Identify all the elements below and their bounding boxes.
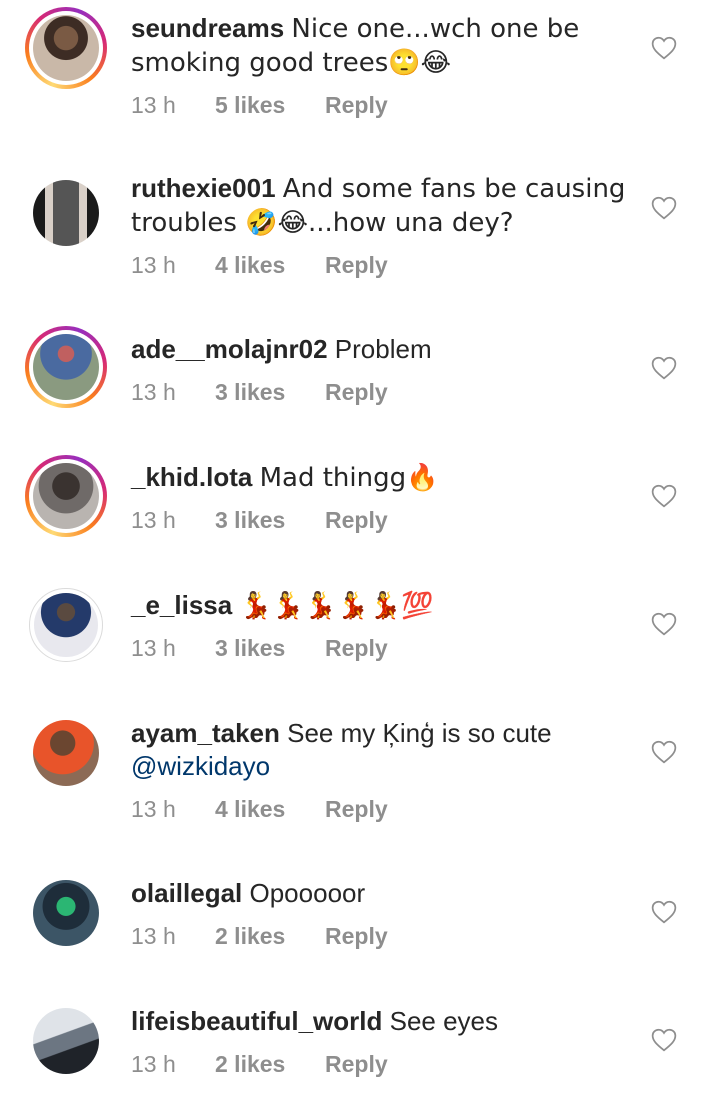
avatar[interactable]: [25, 172, 107, 254]
avatar[interactable]: [25, 712, 107, 794]
comment-text: _khid.lota Mad thingg🔥: [131, 461, 631, 495]
heart-outline-icon[interactable]: [651, 740, 677, 764]
comment-text: seundreams Nice one...wch one be smoking…: [131, 12, 631, 80]
heart-outline-icon[interactable]: [651, 484, 677, 508]
comment-time: 13 h: [131, 92, 176, 118]
comment-meta: 13 h 2 likes Reply: [131, 1051, 388, 1078]
avatar[interactable]: [25, 326, 107, 408]
comment-likes[interactable]: 2 likes: [215, 1051, 325, 1078]
comment-likes[interactable]: 3 likes: [215, 507, 325, 534]
heart-outline-icon[interactable]: [651, 196, 677, 220]
comment-username[interactable]: ruthexie001: [131, 173, 276, 203]
heart-outline-icon[interactable]: [651, 612, 677, 636]
comment-body: Mad thingg🔥: [259, 463, 439, 493]
comment-time: 13 h: [131, 379, 176, 405]
comment-text: lifeisbeautiful_world See eyes: [131, 1005, 631, 1038]
comment-username[interactable]: _khid.lota: [131, 462, 252, 492]
reply-button[interactable]: Reply: [325, 796, 388, 823]
reply-button[interactable]: Reply: [325, 635, 388, 662]
avatar[interactable]: [25, 584, 107, 666]
avatar[interactable]: [25, 1000, 107, 1082]
comment-likes[interactable]: 2 likes: [215, 923, 325, 950]
comment-body: 💃💃💃💃💃💯: [239, 591, 434, 621]
comment-time: 13 h: [131, 796, 176, 822]
comment-body: Problem: [334, 334, 432, 364]
comment-body: See my Ķinģ is so cute: [287, 718, 552, 748]
comment-username[interactable]: ayam_taken: [131, 718, 280, 748]
comment-likes[interactable]: 3 likes: [215, 379, 325, 406]
comment-time: 13 h: [131, 635, 176, 661]
comment-likes[interactable]: 5 likes: [215, 92, 325, 119]
comment-meta: 13 h 2 likes Reply: [131, 923, 388, 950]
comment-text: ayam_taken See my Ķinģ is so cute @wizki…: [131, 717, 631, 783]
reply-button[interactable]: Reply: [325, 1051, 388, 1078]
comment-text: olaillegal Opooooor: [131, 877, 631, 910]
comment-meta: 13 h 4 likes Reply: [131, 252, 388, 279]
comment-body: Opooooor: [249, 878, 366, 908]
comment-meta: 13 h 4 likes Reply: [131, 796, 388, 823]
comment-text: ade__molajnr02 Problem: [131, 333, 631, 366]
mention-link[interactable]: @wizkidayo: [131, 751, 270, 781]
comment-time: 13 h: [131, 1051, 176, 1077]
comment-text: ruthexie001 And some fans be causing tro…: [131, 172, 631, 240]
comment-username[interactable]: seundreams: [131, 13, 284, 43]
comment-time: 13 h: [131, 923, 176, 949]
reply-button[interactable]: Reply: [325, 252, 388, 279]
comment-likes[interactable]: 4 likes: [215, 796, 325, 823]
reply-button[interactable]: Reply: [325, 379, 388, 406]
heart-outline-icon[interactable]: [651, 900, 677, 924]
comment-username[interactable]: _e_lissa: [131, 590, 232, 620]
comment-body: See eyes: [389, 1006, 499, 1036]
comment-username[interactable]: ade__molajnr02: [131, 334, 328, 364]
comment-meta: 13 h 3 likes Reply: [131, 379, 388, 406]
comment-likes[interactable]: 4 likes: [215, 252, 325, 279]
comment-time: 13 h: [131, 507, 176, 533]
comment-meta: 13 h 3 likes Reply: [131, 507, 388, 534]
avatar[interactable]: [25, 455, 107, 537]
comment-username[interactable]: olaillegal: [131, 878, 242, 908]
comment-meta: 13 h 5 likes Reply: [131, 92, 388, 119]
heart-outline-icon[interactable]: [651, 1028, 677, 1052]
avatar[interactable]: [25, 872, 107, 954]
reply-button[interactable]: Reply: [325, 923, 388, 950]
reply-button[interactable]: Reply: [325, 92, 388, 119]
comment-time: 13 h: [131, 252, 176, 278]
heart-outline-icon[interactable]: [651, 36, 677, 60]
comment-username[interactable]: lifeisbeautiful_world: [131, 1006, 382, 1036]
comment-likes[interactable]: 3 likes: [215, 635, 325, 662]
comment-meta: 13 h 3 likes Reply: [131, 635, 388, 662]
heart-outline-icon[interactable]: [651, 356, 677, 380]
comment-text: _e_lissa 💃💃💃💃💃💯: [131, 589, 631, 623]
reply-button[interactable]: Reply: [325, 507, 388, 534]
avatar[interactable]: [25, 7, 107, 89]
